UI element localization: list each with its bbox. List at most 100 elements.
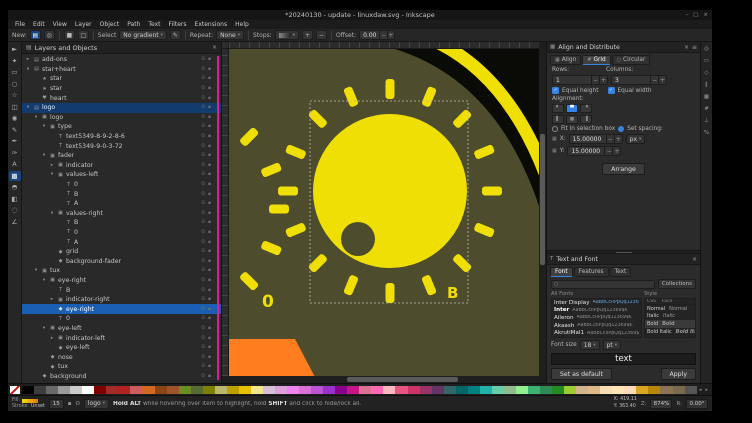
palette-swatch-21[interactable] [275,386,287,394]
expander-icon[interactable]: ▾ [41,124,47,129]
offset-spinner[interactable]: 0.00 − + [359,30,395,40]
lock-icon[interactable]: ▪ [208,278,211,283]
lock-icon[interactable]: ▪ [208,316,211,321]
palette-swatch-17[interactable] [227,386,239,394]
expander-icon[interactable]: ▾ [33,115,39,120]
menu-extensions[interactable]: Extensions [191,21,232,28]
layer-row-type[interactable]: ▾▣typeʘ▪ [22,122,221,132]
pupil-circle-shape[interactable] [341,222,375,256]
lock-icon[interactable]: ▪ [208,211,211,216]
palette-swatch-25[interactable] [323,386,335,394]
circle-tool[interactable]: ○ [9,79,21,90]
calligraphy-tool[interactable]: ✑ [9,148,21,159]
close-layers-panel-icon[interactable]: × [212,44,217,51]
palette-swatch-29[interactable] [371,386,383,394]
snap-bbox-icon[interactable]: ▭ [704,58,709,64]
horizontal-ruler[interactable] [229,42,539,49]
gradient-fill-icon[interactable]: ■ [64,30,75,40]
lock-icon[interactable]: ▪ [208,326,211,331]
lock-icon[interactable]: ▪ [208,345,211,350]
palette-swatch-36[interactable] [456,386,468,394]
expander-icon[interactable]: ▾ [33,268,39,273]
lock-icon[interactable]: ▪ [208,230,211,235]
equal-height-checkbox[interactable]: ✓ [552,87,559,94]
decrement-icon[interactable]: − [650,76,658,84]
style-row-Normal[interactable]: NormalNormal [645,305,695,313]
font-row-Akaash[interactable]: AkaashAaBbCcIiPpQq12369$€ [552,322,641,330]
palette-swatch-47[interactable] [588,386,600,394]
pencil-tool[interactable]: ✎ [9,125,21,136]
arrange-button[interactable]: Arrange [602,163,645,175]
horizontal-scrollbar[interactable] [229,376,539,383]
visibility-icon[interactable]: ʘ [201,163,205,168]
expander-icon[interactable]: ▾ [25,67,31,72]
lock-icon[interactable]: ▪ [208,374,211,379]
palette-swatch-31[interactable] [395,386,407,394]
maximize-button[interactable]: ▢ [693,12,698,18]
style-row-Italic[interactable]: ItalicItalic [645,313,695,321]
palette-swatch-3[interactable] [58,386,70,394]
lock-icon[interactable]: ▪ [208,201,211,206]
menu-path[interactable]: Path [123,21,144,28]
visibility-icon[interactable]: ʘ [201,297,205,302]
lock-icon[interactable]: ▪ [208,297,211,302]
expander-icon[interactable]: ▾ [41,153,47,158]
visibility-icon[interactable]: ʘ [201,364,205,369]
dropper-tool[interactable]: ◓ [9,182,21,193]
anchor-center[interactable]: ■ [566,115,578,124]
visibility-icon[interactable]: ʘ [201,67,205,72]
visibility-icon[interactable]: ʘ [201,182,205,187]
visibility-icon[interactable]: ʘ [201,172,205,177]
snap-others-icon[interactable]: % [704,130,709,136]
layer-row-indicator-left[interactable]: ▸▣indicator-leftʘ▪ [22,333,221,343]
palette-swatch-49[interactable] [612,386,624,394]
expander-icon[interactable]: ▸ [25,57,31,62]
decrement-icon[interactable]: − [379,31,386,39]
measure-tool[interactable]: ∠ [9,217,21,228]
fill-stroke-indicator[interactable]: Fill: Stroke: Unset [12,398,45,409]
lock-icon[interactable]: ▪ [208,163,211,168]
layer-row-tux[interactable]: ▾▣tuxʘ▪ [22,266,221,276]
lock-icon[interactable]: ▪ [208,134,211,139]
palette-swatch-26[interactable] [335,386,347,394]
palette-swatch-55[interactable] [685,386,697,394]
palette-swatch-10[interactable] [142,386,154,394]
close-button[interactable]: × [703,12,708,18]
visibility-icon[interactable]: ʘ [201,374,205,379]
visibility-icon[interactable]: ʘ [201,144,205,149]
layer-row-B[interactable]: TBʘ▪ [22,189,221,199]
palette-swatch-28[interactable] [359,386,371,394]
menu-layer[interactable]: Layer [71,21,96,28]
visibility-icon[interactable]: ʘ [201,345,205,350]
layer-row-B[interactable]: TBʘ▪ [22,285,221,295]
menu-file[interactable]: File [11,21,29,28]
layer-row-text5349-9-0-3-72[interactable]: Ttext5349-9-0-3-72ʘ▪ [22,141,221,151]
opacity-field[interactable]: 15 [49,399,64,409]
text-dialog-icon[interactable]: T [550,256,553,262]
selector-tool[interactable]: ► [9,44,21,55]
visibility-icon[interactable]: ʘ [201,259,205,264]
palette-swatch-7[interactable] [106,386,118,394]
unit-dropdown[interactable]: px ▾ [626,134,646,144]
gradient-select-dropdown[interactable]: No gradient ▾ [119,30,167,40]
anchor-mid-left[interactable]: ▌ [552,115,564,124]
expander-icon[interactable]: ▾ [41,326,47,331]
expander-icon[interactable]: ▾ [49,172,55,177]
layer-row-text5349-8-9-2-8-6[interactable]: Ttext5349-8-9-2-8-6ʘ▪ [22,132,221,142]
palette-swatch-51[interactable] [636,386,648,394]
palette-swatch-8[interactable] [118,386,130,394]
visibility-icon[interactable]: ʘ [201,268,205,273]
edit-gradient-icon[interactable]: ✎ [170,30,181,40]
expander-icon[interactable]: ▾ [25,105,31,110]
dialog-tab-icon[interactable]: ▦ [550,44,555,50]
layer-selector[interactable]: logo ▾ [84,399,109,409]
layer-row-eye-right[interactable]: ▾▣eye-rightʘ▪ [22,276,221,286]
palette-swatch-41[interactable] [516,386,528,394]
menu-view[interactable]: View [49,21,71,28]
lock-icon[interactable]: ▪ [208,249,211,254]
font-search-input[interactable]: ○ [551,280,655,289]
vertical-ruler[interactable] [222,49,229,376]
close-align-panel-icon[interactable]: × [684,44,689,51]
tab-features[interactable]: Features [574,267,609,277]
visibility-icon[interactable]: ʘ [201,316,205,321]
